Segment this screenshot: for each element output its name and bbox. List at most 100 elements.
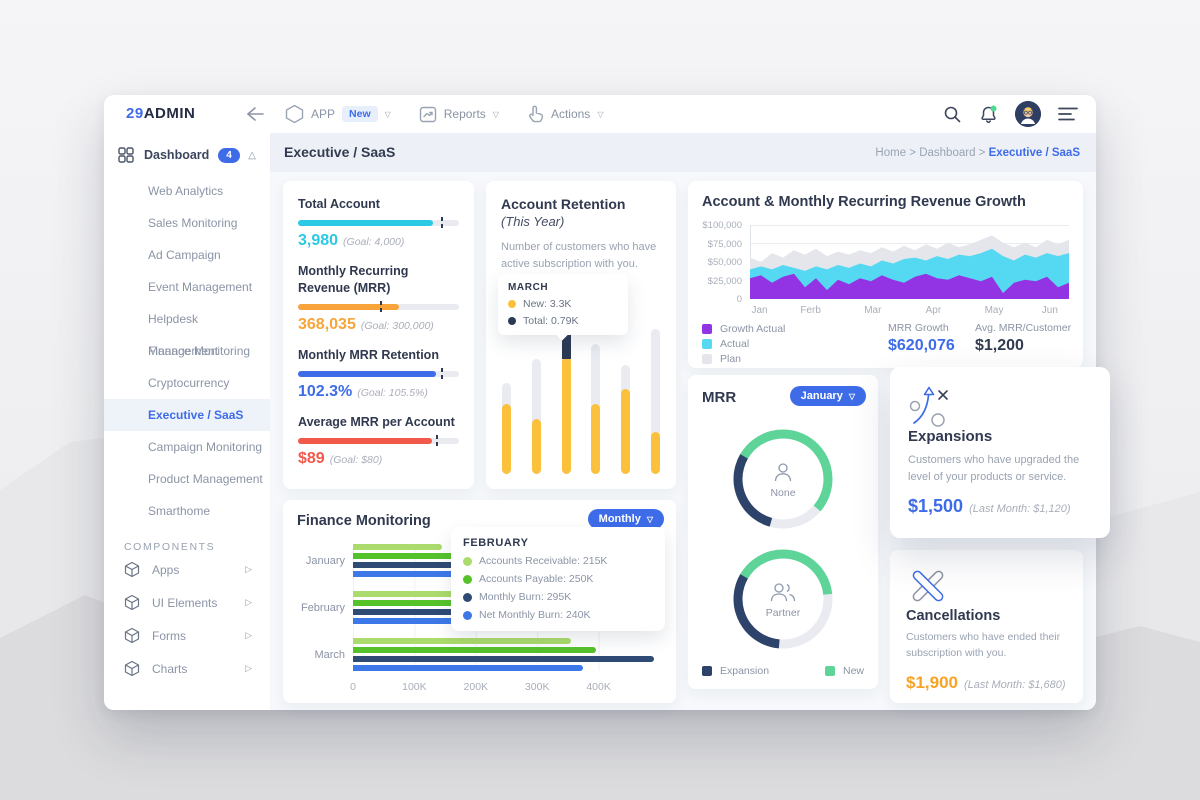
- bar-net-monthly-burn: [353, 665, 583, 671]
- metric-progress-bar: [298, 371, 459, 377]
- caret-down-icon: ▽: [647, 515, 653, 524]
- x-axis-label: 200K: [464, 681, 489, 693]
- menu-reports[interactable]: Reports ▽: [419, 106, 499, 123]
- menu-icon[interactable]: [1058, 107, 1078, 121]
- mrr-donut-none: None: [731, 427, 835, 531]
- sidebar-item-campaign-monitoring[interactable]: Campaign Monitoring: [104, 431, 270, 463]
- finance-category-labels: January February March: [283, 544, 345, 671]
- bar-new-fill: [562, 357, 571, 474]
- tooltip-text: New: 3.3K: [523, 298, 571, 310]
- metric-progress-fill: [298, 304, 399, 310]
- metric-average-mrr-per-account: Average MRR per Account$89(Goal: $80): [298, 414, 459, 468]
- page-header-strip: Executive / SaaS Home > Dashboard > Exec…: [270, 133, 1096, 172]
- donut-center-label: Partner: [766, 607, 800, 619]
- donut-center: Partner: [731, 547, 835, 651]
- mrr-donuts-card: MRR January ▽ None Partner ExpansionNew: [688, 375, 878, 689]
- grid-icon: [118, 147, 134, 163]
- caret-down-icon: ▽: [385, 110, 391, 119]
- stat-value: $1,200: [975, 337, 1071, 355]
- sidebar-item-sales-monitoring[interactable]: Sales Monitoring: [104, 207, 270, 239]
- retention-bar: [591, 324, 600, 474]
- sidebar-item-web-analytics[interactable]: Web Analytics: [104, 175, 270, 207]
- breadcrumb-prefix[interactable]: Home > Dashboard >: [875, 147, 985, 159]
- period-select-dropdown[interactable]: Monthly ▽: [588, 509, 664, 529]
- legend-dot-icon: [508, 317, 516, 325]
- x-axis-label: Jan: [752, 305, 768, 316]
- tooltip-row: Accounts Receivable: 215K: [463, 555, 653, 567]
- growth-legend: Growth ActualActualPlan: [702, 321, 785, 366]
- sidebar-item-forms[interactable]: Forms▷: [104, 619, 270, 652]
- sidebar-item-charts[interactable]: Charts▷: [104, 652, 270, 685]
- finance-category-label: February: [283, 591, 345, 624]
- legend-label: Actual: [720, 338, 749, 350]
- cube-icon: [124, 594, 140, 611]
- metric-value: 368,035: [298, 316, 356, 334]
- cancellations-card: Cancellations Customers who have ended t…: [890, 550, 1083, 703]
- metric-goal-marker: [380, 301, 382, 313]
- legend-swatch-icon: [825, 666, 835, 676]
- metric-progress-bar: [298, 438, 459, 444]
- sidebar-item-helpdesk-management[interactable]: Helpdesk Management: [104, 303, 270, 335]
- mrr-legend: ExpansionNew: [702, 665, 864, 677]
- component-label: Charts: [152, 662, 187, 676]
- sidebar-item-event-management[interactable]: Event Management: [104, 271, 270, 303]
- sidebar-item-ui-elements[interactable]: UI Elements▷: [104, 586, 270, 619]
- finance-category-label: March: [283, 638, 345, 671]
- sidebar-item-dashboard[interactable]: Dashboard 4 △: [104, 137, 270, 173]
- legend-item-actual: Actual: [702, 336, 785, 351]
- sidebar-item-cryptocurrency[interactable]: Cryptocurrency: [104, 367, 270, 399]
- sidebar-dashboard-items: Web AnalyticsSales MonitoringAd Campaign…: [104, 175, 270, 527]
- metric-goal-marker: [441, 368, 443, 380]
- tooltip-text: Accounts Payable: 250K: [479, 573, 593, 585]
- collapse-up-icon[interactable]: △: [248, 150, 256, 161]
- retention-bar: [621, 324, 630, 474]
- y-axis-label: $25,000: [702, 276, 742, 287]
- sidebar-item-finance-monitoring[interactable]: Finance Monitoring: [104, 335, 270, 367]
- tooltip-row: New: 3.3K: [508, 298, 618, 310]
- notifications-bell-icon[interactable]: [979, 104, 998, 124]
- x-axis-label: Apr: [926, 305, 942, 316]
- retention-description: Number of customers who have active subs…: [501, 239, 661, 272]
- component-label: Forms: [152, 629, 186, 643]
- metric-progress-fill: [298, 438, 432, 444]
- sidebar-item-ad-campaign[interactable]: Ad Campaign: [104, 239, 270, 271]
- sidebar-collapse-icon[interactable]: [242, 103, 266, 125]
- month-select-dropdown[interactable]: January ▽: [790, 386, 866, 406]
- legend-label: Growth Actual: [720, 323, 785, 335]
- retention-bar: [562, 324, 571, 474]
- cancellations-last-month: (Last Month: $1,680): [964, 679, 1066, 691]
- sidebar-item-product-management[interactable]: Product Management: [104, 463, 270, 495]
- header-icons: [943, 95, 1078, 133]
- retention-bar-chart: [502, 324, 660, 474]
- cube-icon: [124, 660, 140, 677]
- metric-value: 102.3%: [298, 383, 352, 401]
- app-logo: 29ADMIN: [126, 105, 195, 122]
- mrr-title: MRR: [702, 389, 736, 406]
- finance-category-label: January: [283, 544, 345, 577]
- caret-down-icon: ▽: [493, 110, 499, 119]
- search-icon[interactable]: [943, 105, 962, 124]
- finance-group-march: [353, 638, 660, 671]
- sidebar-item-smarthome[interactable]: Smarthome: [104, 495, 270, 527]
- metric-total-account: Total Account3,980(Goal: 4,000): [298, 196, 459, 250]
- cancellations-description: Customers who have ended their subscript…: [906, 630, 1067, 662]
- sidebar-item-executive-saas[interactable]: Executive / SaaS: [104, 399, 270, 431]
- sidebar-item-apps[interactable]: Apps▷: [104, 553, 270, 586]
- bar-new-fill: [532, 419, 541, 475]
- legend-dot-icon: [463, 593, 472, 602]
- account-retention-card: Account Retention (This Year) Number of …: [486, 181, 676, 489]
- donut-center-label: None: [770, 487, 795, 499]
- stat-label: MRR Growth: [888, 322, 955, 334]
- donut-center: None: [731, 427, 835, 531]
- finance-title: Finance Monitoring: [297, 513, 431, 529]
- tooltip-text: Total: 0.79K: [523, 315, 578, 327]
- bar-new-fill: [621, 389, 630, 475]
- menu-actions[interactable]: Actions ▽: [527, 105, 604, 123]
- menu-app[interactable]: APP New ▽: [285, 104, 391, 124]
- user-avatar[interactable]: [1015, 101, 1041, 127]
- bar-accounts-payable: [353, 647, 596, 653]
- legend-label: Expansion: [720, 665, 769, 677]
- y-axis-label: $75,000: [702, 239, 742, 250]
- selected-period: Monthly: [599, 513, 641, 525]
- legend-item-growth-actual: Growth Actual: [702, 321, 785, 336]
